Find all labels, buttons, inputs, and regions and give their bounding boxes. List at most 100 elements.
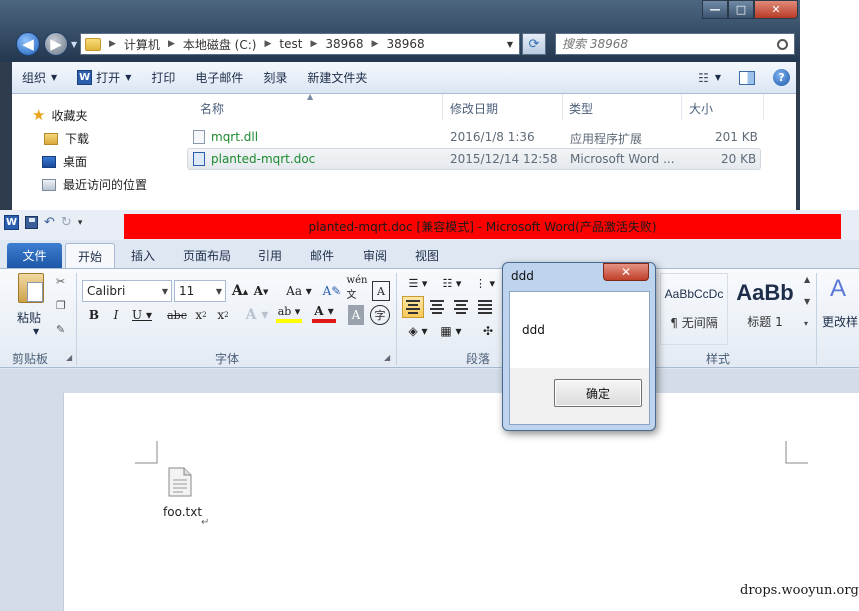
justify-button[interactable] <box>474 296 496 318</box>
nav-desktop[interactable]: 桌面 <box>42 153 87 170</box>
column-divider[interactable] <box>681 94 682 120</box>
shrink-font-icon[interactable]: A ▼ <box>252 281 270 301</box>
chevron-down-icon[interactable]: ▼ <box>33 327 39 336</box>
show-hide-marks-icon[interactable]: ✣ <box>478 321 498 341</box>
change-styles-icon[interactable]: A <box>830 275 846 303</box>
burn-button[interactable]: 刻录 <box>253 69 297 86</box>
shading-icon[interactable]: ◈ ▾ <box>404 321 432 341</box>
style-no-spacing[interactable]: AaBbCcDc ¶ 无间隔 <box>660 273 728 345</box>
copy-icon[interactable]: ❐ <box>56 299 66 312</box>
document-page[interactable]: foo.txt ↵ <box>63 393 859 611</box>
align-right-button[interactable] <box>450 296 472 318</box>
tab-file[interactable]: 文件 <box>7 243 62 268</box>
strikethrough-button[interactable]: abc <box>166 305 188 325</box>
chevron-down-icon[interactable]: ▼ <box>715 73 721 82</box>
organize-button[interactable]: 组织 ▼ <box>12 69 67 86</box>
column-divider[interactable] <box>562 94 563 120</box>
underline-button[interactable]: U ▾ <box>130 305 154 325</box>
refresh-button[interactable]: ⟳ <box>522 33 546 55</box>
tab-view[interactable]: 视图 <box>406 243 448 268</box>
maximize-button[interactable]: □ <box>728 0 754 19</box>
customize-qat-icon[interactable]: ▾ <box>78 218 83 228</box>
word-logo-icon[interactable]: W <box>4 215 19 230</box>
character-shading-icon[interactable]: A <box>348 305 364 325</box>
subscript-button[interactable]: x2 <box>192 305 210 325</box>
tab-review[interactable]: 审阅 <box>354 243 396 268</box>
cut-icon[interactable]: ✂ <box>56 275 65 288</box>
change-styles-button[interactable]: 更改样 <box>822 313 858 330</box>
search-box[interactable] <box>555 33 795 55</box>
column-divider[interactable] <box>763 94 764 120</box>
styles-scroll-up-icon[interactable]: ▲ <box>804 275 810 284</box>
breadcrumb-local-disk[interactable]: 本地磁盘 (C:) <box>183 36 257 53</box>
message-box-close-button[interactable]: ✕ <box>603 263 649 281</box>
column-header-modified[interactable]: 修改日期 <box>450 100 498 117</box>
bold-button[interactable]: B <box>86 305 102 325</box>
chevron-right-icon[interactable]: ▶ <box>109 39 116 49</box>
bullets-icon[interactable]: ☰ ▾ <box>404 273 432 293</box>
multilevel-list-icon[interactable]: ⋮ ▾ <box>472 273 498 293</box>
chevron-right-icon[interactable]: ▶ <box>168 39 175 49</box>
column-header-name[interactable]: 名称 <box>200 100 224 117</box>
breadcrumb-38968-parent[interactable]: 38968 <box>325 37 363 51</box>
forward-button[interactable]: ▶ <box>44 32 68 56</box>
close-button[interactable]: ✕ <box>754 0 798 19</box>
file-row-planted-mqrt-doc[interactable]: planted-mqrt.doc 2015/12/14 12:58 Micros… <box>187 148 761 170</box>
numbering-icon[interactable]: ☷ ▾ <box>438 273 466 293</box>
text-effects-icon[interactable]: A ▾ <box>246 305 269 325</box>
column-header-type[interactable]: 类型 <box>569 100 593 117</box>
column-header-size[interactable]: 大小 <box>689 100 713 117</box>
ok-button[interactable]: 确定 <box>554 379 642 407</box>
style-heading-1[interactable]: AaBb 标题 1 <box>732 273 798 345</box>
italic-button[interactable]: I <box>108 305 124 325</box>
align-left-button[interactable] <box>402 296 424 318</box>
text-file-icon[interactable] <box>167 467 193 497</box>
file-row-mqrt-dll[interactable]: mqrt.dll 2016/1/8 1:36 应用程序扩展 201 KB <box>187 127 761 149</box>
undo-icon[interactable]: ↶ <box>44 215 55 230</box>
borders-icon[interactable]: ▦ ▾ <box>438 321 464 341</box>
change-case-icon[interactable]: Aa ▾ <box>284 281 314 301</box>
nav-recent-places[interactable]: 最近访问的位置 <box>42 176 147 193</box>
chevron-right-icon[interactable]: ▶ <box>310 39 317 49</box>
font-color-icon[interactable]: A ▾ <box>312 303 336 323</box>
highlight-icon[interactable]: ab ▾ <box>276 303 302 323</box>
email-button[interactable]: 电子邮件 <box>185 69 253 86</box>
tab-home[interactable]: 开始 <box>65 243 115 268</box>
help-icon[interactable]: ? <box>773 69 790 86</box>
back-button[interactable]: ◀ <box>16 32 40 56</box>
styles-more-icon[interactable]: ▾ <box>804 319 808 328</box>
breadcrumb-38968-current[interactable]: 38968 <box>386 37 424 51</box>
open-button[interactable]: W 打开 ▼ <box>67 69 141 86</box>
chevron-right-icon[interactable]: ▶ <box>264 39 271 49</box>
character-border-icon[interactable]: A <box>372 281 390 301</box>
save-icon[interactable] <box>25 216 38 229</box>
enclose-characters-icon[interactable]: 字 <box>370 305 390 325</box>
align-center-button[interactable] <box>426 296 448 318</box>
superscript-button[interactable]: x2 <box>214 305 232 325</box>
paste-button[interactable]: 粘贴 <box>17 309 41 326</box>
phonetic-guide-icon[interactable]: wén 文 <box>346 275 368 301</box>
grow-font-icon[interactable]: A ▲ <box>230 281 250 301</box>
tab-mailings[interactable]: 邮件 <box>302 243 342 268</box>
tab-insert[interactable]: 插入 <box>122 243 164 268</box>
preview-pane-icon[interactable] <box>739 70 755 85</box>
clipboard-launcher-icon[interactable]: ◢ <box>66 353 72 362</box>
font-size-combo[interactable]: 11 ▼ <box>174 280 226 302</box>
tab-references[interactable]: 引用 <box>250 243 290 268</box>
clear-format-icon[interactable]: A✎ <box>322 281 342 301</box>
print-button[interactable]: 打印 <box>141 69 185 86</box>
nav-downloads[interactable]: 下载 <box>44 130 89 147</box>
view-options-icon[interactable]: ☷ <box>698 71 709 85</box>
format-painter-icon[interactable]: ✎ <box>56 323 65 336</box>
paste-icon[interactable] <box>18 273 44 303</box>
redo-icon[interactable]: ↻ <box>61 215 72 230</box>
column-divider[interactable] <box>442 94 443 120</box>
font-launcher-icon[interactable]: ◢ <box>384 353 390 362</box>
breadcrumb-test[interactable]: test <box>279 37 302 51</box>
address-dropdown-icon[interactable]: ▼ <box>507 40 513 49</box>
search-input[interactable] <box>562 37 762 51</box>
history-dropdown-icon[interactable]: ▼ <box>71 40 77 49</box>
styles-scroll-down-icon[interactable]: ▼ <box>804 297 810 306</box>
breadcrumb-computer[interactable]: 计算机 <box>124 36 160 53</box>
tab-page-layout[interactable]: 页面布局 <box>176 243 238 268</box>
